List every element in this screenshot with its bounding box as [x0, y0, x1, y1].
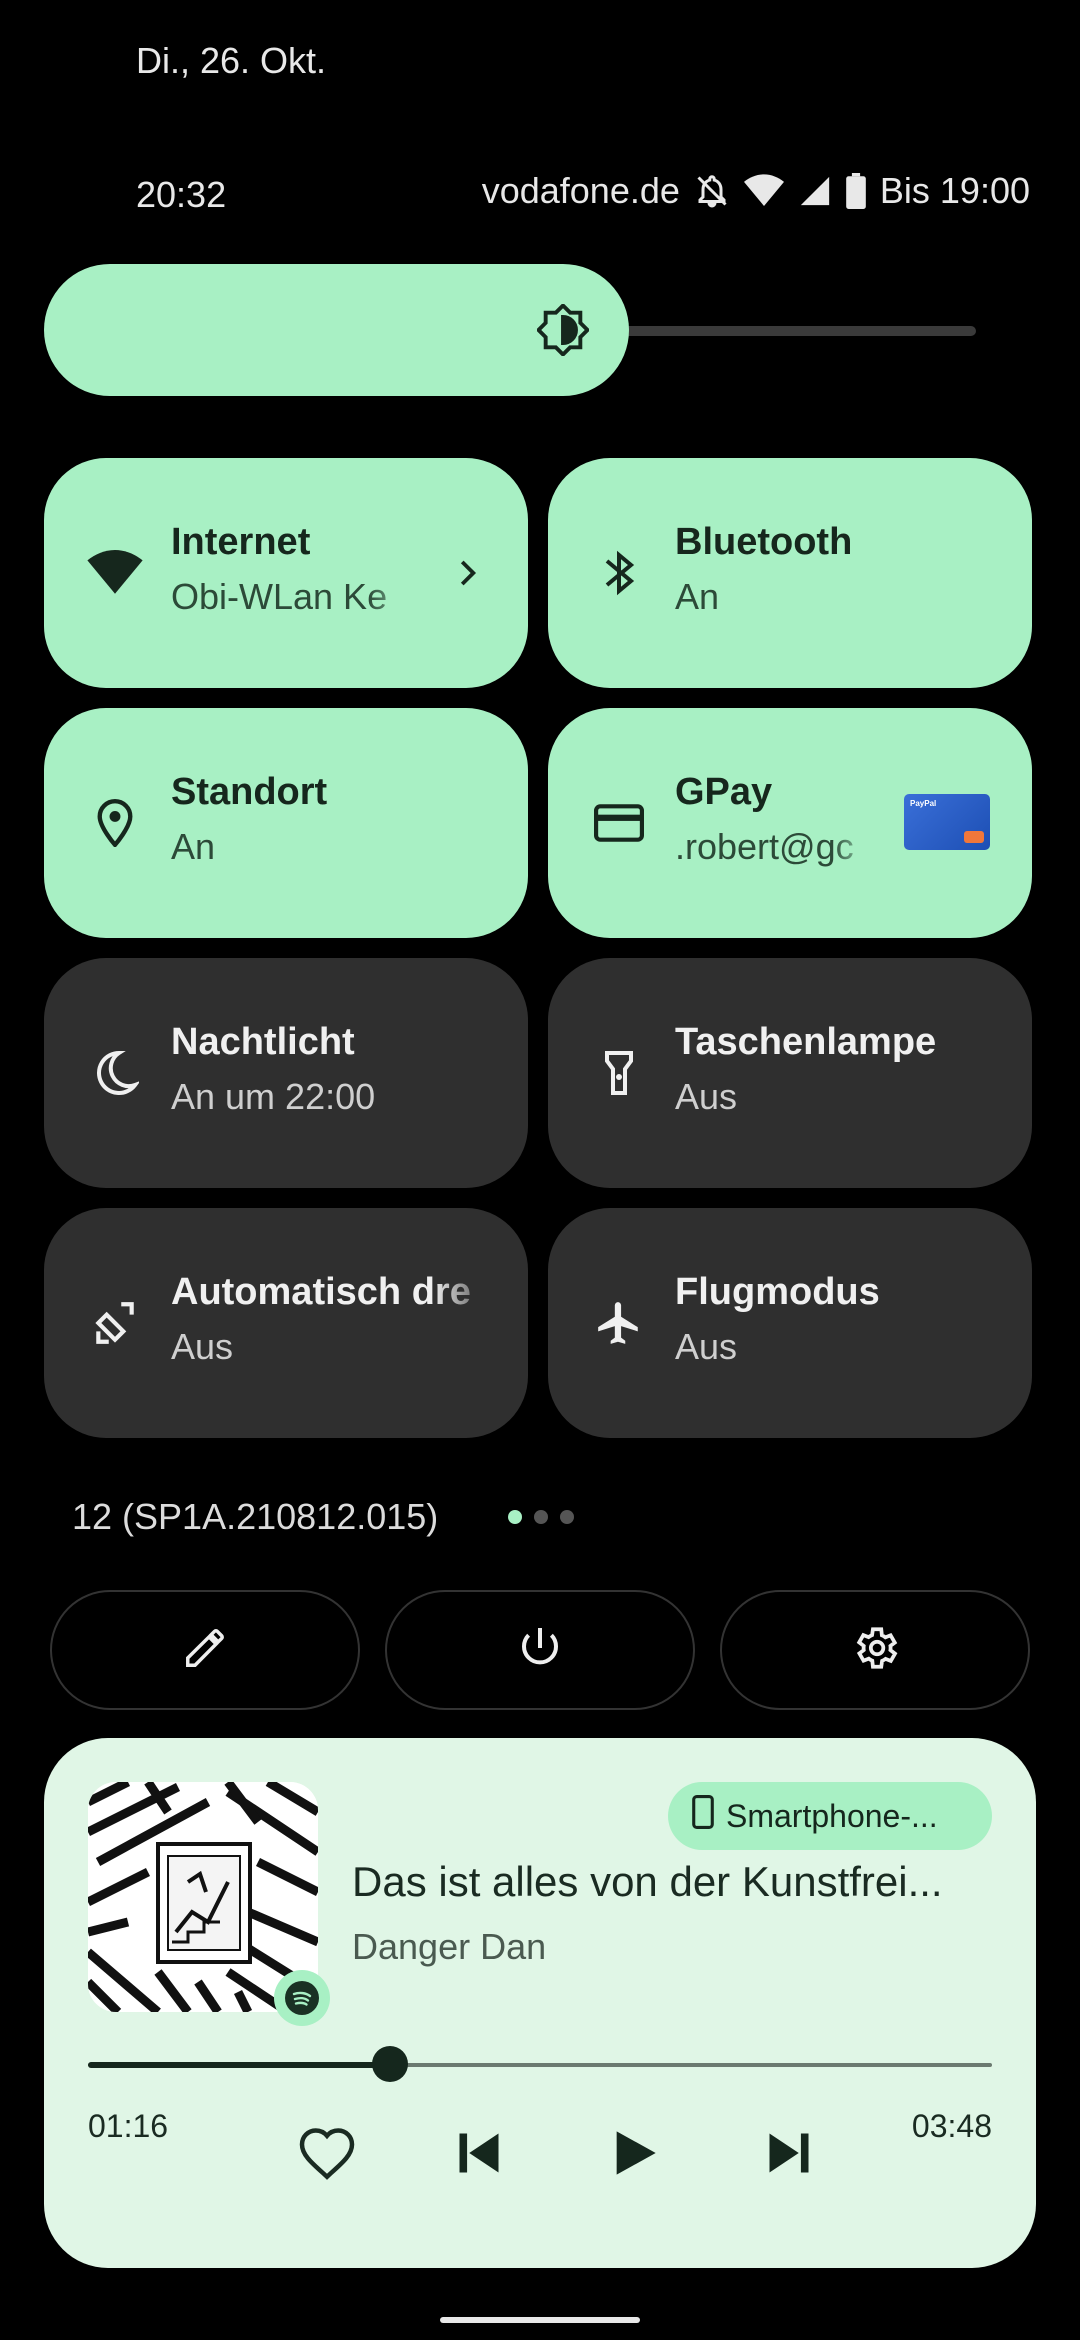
- previous-button[interactable]: [444, 2120, 514, 2190]
- battery-text: Bis 19:00: [879, 170, 1030, 211]
- brightness-slider[interactable]: [44, 264, 976, 396]
- tile-text: Automatisch dre Aus: [171, 1268, 498, 1372]
- seek-thumb[interactable]: [371, 2046, 408, 2082]
- wifi-icon: [743, 173, 784, 209]
- tile-nachtlicht[interactable]: Nachtlicht An um 22:00: [44, 958, 528, 1188]
- status-time: 20:32: [136, 174, 227, 215]
- tile-title: Flugmodus: [675, 1271, 880, 1313]
- gesture-nav-bar[interactable]: [440, 2317, 640, 2323]
- artist-name: Danger Dan: [352, 1926, 547, 1967]
- settings-button[interactable]: [720, 1590, 1030, 1710]
- page-indicator: [508, 1510, 574, 1524]
- status-date: Di., 26. Okt.: [136, 40, 327, 81]
- brightness-fill[interactable]: [44, 264, 629, 396]
- auto-rotate-icon: [86, 1294, 144, 1352]
- tile-taschenlampe[interactable]: Taschenlampe Aus: [548, 958, 1032, 1188]
- output-device-label: Smartphone-...: [726, 1797, 938, 1834]
- tile-title: Internet: [171, 521, 311, 563]
- heart-icon: [297, 2125, 357, 2186]
- build-number[interactable]: 12 (SP1A.210812.015): [72, 1496, 438, 1538]
- paypal-logo: PayPal: [910, 799, 937, 808]
- edit-icon: [182, 1625, 228, 1676]
- play-icon: [608, 2127, 660, 2184]
- moon-icon: [86, 1044, 144, 1102]
- tile-text: Nachtlicht An um 22:00: [171, 1018, 498, 1122]
- tile-gpay[interactable]: GPay .robert@gc PayPal: [548, 708, 1032, 938]
- page-dot: [508, 1510, 522, 1524]
- settings-icon: [850, 1623, 900, 1678]
- tile-text: Flugmodus Aus: [675, 1268, 1002, 1372]
- tile-subtitle: Aus: [675, 1076, 738, 1117]
- tile-title: Taschenlampe: [675, 1021, 937, 1063]
- tile-flugmodus[interactable]: Flugmodus Aus: [548, 1208, 1032, 1438]
- signal-icon: [798, 174, 832, 208]
- tile-text: Internet Obi-WLan Ke: [171, 518, 418, 622]
- previous-icon: [453, 2127, 505, 2184]
- power-icon: [516, 1624, 564, 1677]
- dnd-off-icon: [694, 173, 730, 209]
- tile-subtitle: Aus: [675, 1326, 738, 1367]
- tile-text: Standort An: [171, 768, 498, 872]
- seek-played: [88, 2062, 390, 2068]
- brightness-icon: [535, 302, 591, 358]
- chevron-right-icon[interactable]: [448, 554, 486, 592]
- tile-title: Standort: [171, 771, 328, 813]
- tile-subtitle: An: [675, 576, 720, 617]
- smartphone-icon: [692, 1795, 714, 1837]
- mastercard-logo: [964, 831, 984, 843]
- tile-internet[interactable]: Internet Obi-WLan Ke: [44, 458, 528, 688]
- output-device-chip[interactable]: Smartphone-...: [668, 1782, 992, 1850]
- tile-subtitle: An: [171, 826, 216, 867]
- tile-title: Bluetooth: [675, 521, 853, 563]
- seek-bar[interactable]: [88, 2046, 992, 2082]
- tile-subtitle: Obi-WLan Ke: [171, 576, 388, 617]
- elapsed-time: 01:16: [88, 2108, 169, 2144]
- battery-icon: [846, 173, 866, 209]
- play-button[interactable]: [599, 2120, 669, 2190]
- edit-button[interactable]: [50, 1590, 360, 1710]
- tile-title: Nachtlicht: [171, 1021, 355, 1063]
- tile-automatisch-dre[interactable]: Automatisch dre Aus: [44, 1208, 528, 1438]
- spotify-icon: [274, 1970, 330, 2026]
- credit-card-icon: [590, 794, 648, 852]
- next-icon: [763, 2127, 815, 2184]
- status-icons: vodafone.de Bis 19:00: [482, 170, 1030, 212]
- payment-card-image: PayPal: [904, 794, 990, 850]
- tile-bluetooth[interactable]: Bluetooth An: [548, 458, 1032, 688]
- total-time: 03:48: [911, 2108, 992, 2144]
- brightness-track[interactable]: [604, 326, 976, 336]
- flashlight-icon: [590, 1044, 648, 1102]
- power-button[interactable]: [385, 1590, 695, 1710]
- tile-subtitle: Aus: [171, 1326, 234, 1367]
- airplane-icon: [590, 1294, 648, 1352]
- song-title: Das ist alles von der Kunstfrei...: [352, 1858, 943, 1905]
- next-button[interactable]: [754, 2120, 824, 2190]
- location-icon: [86, 794, 144, 852]
- tile-subtitle: .robert@gc: [675, 826, 854, 867]
- page-dot: [534, 1510, 548, 1524]
- wifi-icon: [86, 544, 144, 602]
- like-button[interactable]: [292, 2120, 362, 2190]
- tile-title: Automatisch dre: [171, 1271, 471, 1313]
- tile-standort[interactable]: Standort An: [44, 708, 528, 938]
- tile-text: GPay .robert@gc: [675, 768, 872, 872]
- media-player[interactable]: Smartphone-... Das ist alles von der Kun…: [44, 1738, 1036, 2268]
- tile-text: Bluetooth An: [675, 518, 1002, 622]
- tile-title: GPay: [675, 771, 773, 813]
- carrier-name: vodafone.de: [481, 170, 680, 211]
- tile-subtitle: An um 22:00: [171, 1076, 376, 1117]
- tile-text: Taschenlampe Aus: [675, 1018, 1002, 1122]
- page-dot: [560, 1510, 574, 1524]
- bluetooth-icon: [590, 544, 648, 602]
